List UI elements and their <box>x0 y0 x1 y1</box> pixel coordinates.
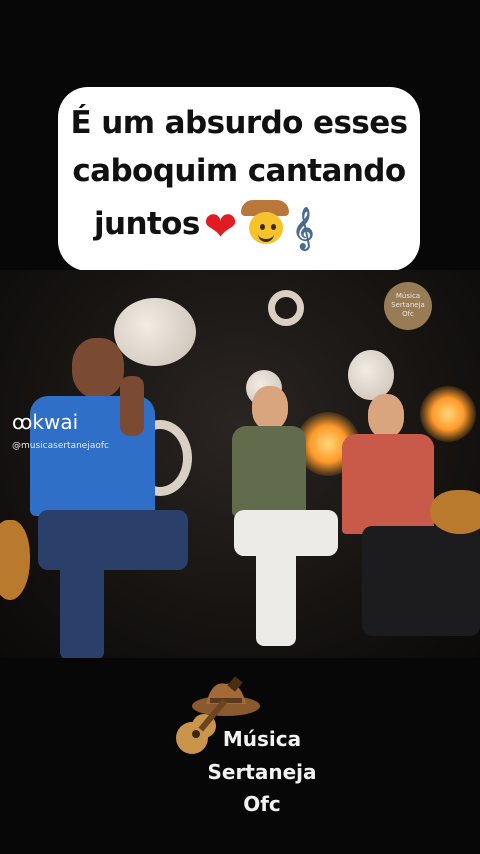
musical-score-icon: 𝄞 <box>292 208 314 249</box>
kwai-logo-text: kwai <box>32 410 79 434</box>
video-frame[interactable]: ꝏkwai @musicasertanejaofc Música Sertane… <box>0 270 480 658</box>
brand-text-line-1: Música <box>222 727 302 751</box>
watermark-badge: Música Sertaneja Ofc <box>384 282 432 330</box>
kwai-handle: @musicasertanejaofc <box>12 441 109 451</box>
caption-line-3: juntos ❤ 𝄞 <box>94 200 314 250</box>
kwai-logo: ꝏkwai <box>12 410 78 434</box>
kwai-icon: ꝏ <box>12 410 33 434</box>
caption-line-1: É um absurdo esses <box>70 105 409 141</box>
watermark-line-1: Música <box>395 292 421 300</box>
stage-ring-decor <box>268 290 304 326</box>
watermark-line-3: Ofc <box>402 310 414 318</box>
singer-green-vest <box>224 386 344 658</box>
red-heart-icon: ❤ <box>203 204 238 250</box>
caption-line-3-text: juntos <box>94 206 200 242</box>
watermark-line-2: Sertaneja <box>391 301 425 309</box>
caption-line-2: caboquim cantando <box>72 153 406 189</box>
brand-text-line-3: Ofc <box>243 792 281 816</box>
caption-card: É um absurdo esses caboquim cantando jun… <box>58 87 420 271</box>
brand-text-line-2: Sertaneja <box>207 760 317 784</box>
singer-blue-shirt <box>20 330 190 658</box>
cowboy-face-icon <box>240 200 289 244</box>
